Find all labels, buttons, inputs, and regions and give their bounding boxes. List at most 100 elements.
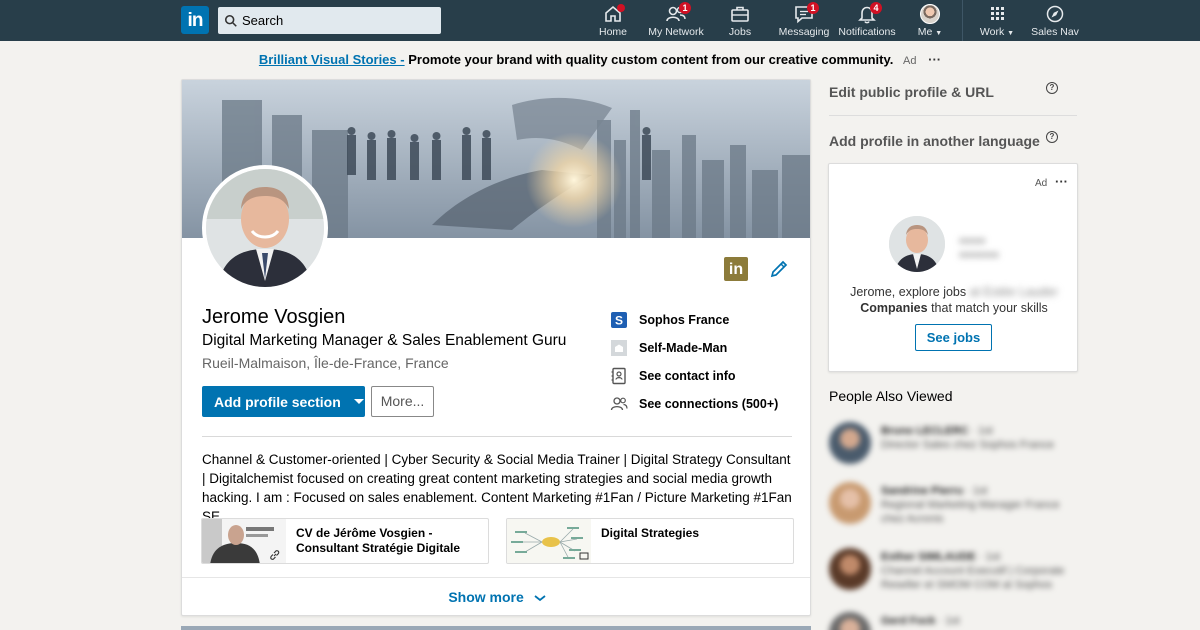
- ad-link[interactable]: Brilliant Visual Stories -: [259, 52, 405, 67]
- next-card-edge: [181, 626, 811, 630]
- ad-tag: Ad: [903, 55, 917, 67]
- nav-home-label: Home: [598, 26, 627, 38]
- nav-home[interactable]: Home: [597, 4, 629, 38]
- school-icon: [611, 340, 627, 356]
- media-item-digital-strategies[interactable]: Digital Strategies: [506, 518, 794, 564]
- profile-headline: Digital Marketing Manager & Sales Enable…: [202, 332, 567, 349]
- show-more-button[interactable]: Show more: [182, 577, 810, 615]
- person-info: Bruno LECLERC · 1st Director Sales chez S…: [881, 425, 1055, 451]
- list-item[interactable]: Esther SIMLAUDE · 1st Channel Account Exe…: [829, 544, 1079, 594]
- compass-icon: [1044, 4, 1066, 24]
- profile-location: Rueil-Malmaison, Île-de-France, France: [202, 355, 449, 371]
- media-item-cv[interactable]: CV de Jérôme Vosgien - Consultant Straté…: [201, 518, 489, 564]
- ad-company-logo: ●●●● ●●●●●●: [959, 235, 999, 261]
- messaging-icon: 1: [793, 2, 819, 24]
- search-box[interactable]: [218, 7, 441, 34]
- profile-card: in Jerome Vosgien Digital Marketing Mana…: [181, 79, 811, 616]
- grid-icon: [986, 4, 1008, 24]
- profile-summary: Channel & Customer-oriented | Cyber Secu…: [202, 452, 792, 524]
- nav-divider: [962, 0, 963, 41]
- avatar: [920, 4, 940, 24]
- ad-message-suffix: that match your skills: [927, 301, 1048, 315]
- connections-label: See connections (500+): [639, 397, 779, 411]
- nav-notifications-label: Notifications: [838, 26, 896, 38]
- avatar: [829, 612, 871, 630]
- person-info: Esther SIMLAUDE · 1st Channel Account Exe…: [881, 551, 1065, 591]
- edit-public-profile-link[interactable]: Edit public profile & URL: [829, 84, 1077, 100]
- linkedin-logo[interactable]: in: [181, 6, 209, 34]
- ad-avatar: [889, 216, 945, 272]
- top-ad-banner: Brilliant Visual Stories - Promote your …: [0, 52, 1200, 67]
- ad-message-bold: Companies: [860, 301, 928, 315]
- nav-messaging[interactable]: 1 Messaging: [778, 2, 830, 38]
- show-more-label: Show more: [448, 589, 524, 605]
- add-language-profile-link[interactable]: Add profile in another language: [829, 133, 1077, 149]
- search-icon: [224, 14, 237, 27]
- contact-info-link[interactable]: See contact info: [610, 362, 810, 390]
- list-item[interactable]: Bruno LECLERC · 1st Director Sales chez S…: [829, 418, 1079, 468]
- people-also-viewed-title: People Also Viewed: [829, 388, 953, 404]
- link-icon: [270, 550, 280, 560]
- help-icon[interactable]: ?: [1046, 82, 1058, 94]
- see-jobs-button[interactable]: See jobs: [915, 324, 992, 351]
- edit-pencil-icon[interactable]: [769, 259, 789, 279]
- contact-book-icon: [611, 367, 626, 385]
- ad-message: Jerome, explore jobs at Estée Lauder Com…: [837, 284, 1071, 316]
- nav-jobs[interactable]: Jobs: [726, 4, 754, 38]
- media-thumbnail-cv: [202, 519, 286, 563]
- ad-tag: Ad: [1035, 178, 1048, 189]
- media-title-digital-strategies: Digital Strategies: [601, 526, 700, 540]
- nav-messaging-label: Messaging: [778, 26, 830, 38]
- nav-my-network[interactable]: 1 My Network: [648, 2, 704, 38]
- help-icon[interactable]: ?: [1046, 131, 1058, 143]
- profile-name: Jerome Vosgien: [202, 306, 346, 328]
- ad-more-icon[interactable]: ···: [1055, 174, 1068, 189]
- chevron-down-icon: ▼: [1007, 30, 1015, 37]
- more-button[interactable]: More...: [371, 386, 434, 417]
- avatar: [829, 422, 871, 464]
- contact-info-label: See contact info: [639, 369, 736, 383]
- current-company-label: Sophos France: [639, 313, 730, 327]
- nav-sales-nav[interactable]: Sales Nav: [1030, 4, 1080, 38]
- blurred-company-name: at Estée Lauder: [966, 285, 1058, 299]
- list-item[interactable]: Gerd Fock · 1st: [829, 608, 1079, 630]
- briefcase-icon: [729, 4, 751, 24]
- ad-more-icon[interactable]: ···: [928, 52, 941, 67]
- chevron-down-icon: [534, 595, 546, 602]
- home-badge: [617, 4, 625, 12]
- avatar: [829, 548, 871, 590]
- chevron-down-icon: [353, 399, 364, 404]
- search-input[interactable]: [242, 13, 432, 28]
- connections-link[interactable]: See connections (500+): [610, 390, 810, 418]
- school-label: Self-Made-Man: [639, 341, 728, 355]
- nav-sales-nav-label: Sales Nav: [1031, 26, 1079, 38]
- linkedin-badge-icon[interactable]: in: [724, 257, 748, 281]
- ad-text[interactable]: Promote your brand with quality custom c…: [408, 52, 893, 67]
- network-icon: 1: [665, 2, 691, 24]
- current-company-link[interactable]: S Sophos France: [610, 306, 810, 334]
- list-item[interactable]: Sandrine Pierru · 1st Regional Marketing …: [829, 478, 1079, 528]
- nav-notifications[interactable]: 4 Notifications: [837, 2, 897, 38]
- nav-my-network-label: My Network: [648, 26, 704, 38]
- school-link[interactable]: Self-Made-Man: [610, 334, 810, 362]
- bell-icon: 4: [856, 2, 882, 24]
- add-profile-section-label: Add profile section: [214, 393, 341, 410]
- add-profile-section-button[interactable]: Add profile section: [202, 386, 365, 417]
- nav-me[interactable]: Me ▼: [914, 4, 946, 38]
- network-badge: 1: [679, 2, 691, 14]
- person-info: Sandrine Pierru · 1st Regional Marketing …: [881, 485, 1060, 525]
- chevron-down-icon: ▼: [935, 30, 943, 37]
- ad-message-prefix: Jerome, explore jobs at Estée Lauder: [850, 285, 1058, 299]
- messaging-badge: 1: [807, 2, 819, 14]
- avatar: [829, 482, 871, 524]
- media-title-cv: CV de Jérôme Vosgien - Consultant Straté…: [296, 526, 461, 555]
- nav-me-label: Me ▼: [917, 26, 943, 38]
- profile-photo[interactable]: [202, 165, 328, 291]
- jobs-ad-card: Ad ··· ●●●● ●●●●●● Jerome, explore jobs a…: [828, 163, 1078, 372]
- person-info: Gerd Fock · 1st: [881, 615, 960, 627]
- sophos-logo-icon: S: [611, 312, 627, 328]
- nav-work[interactable]: Work ▼: [978, 4, 1016, 38]
- notifications-badge: 4: [870, 2, 882, 14]
- nav-jobs-label: Jobs: [728, 26, 752, 38]
- me-avatar-wrap: [919, 4, 941, 24]
